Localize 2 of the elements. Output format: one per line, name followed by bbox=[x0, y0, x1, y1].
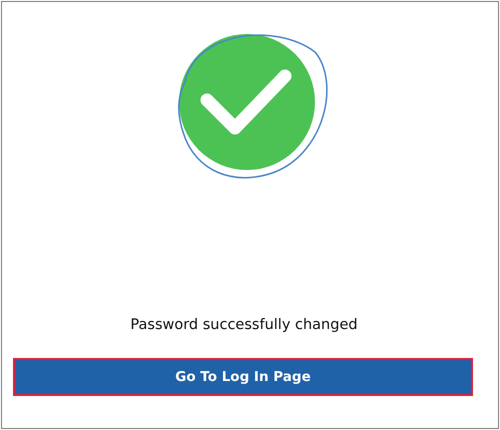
login-page-button[interactable]: Go To Log In Page bbox=[13, 358, 473, 396]
success-message: Password successfully changed bbox=[130, 317, 358, 333]
